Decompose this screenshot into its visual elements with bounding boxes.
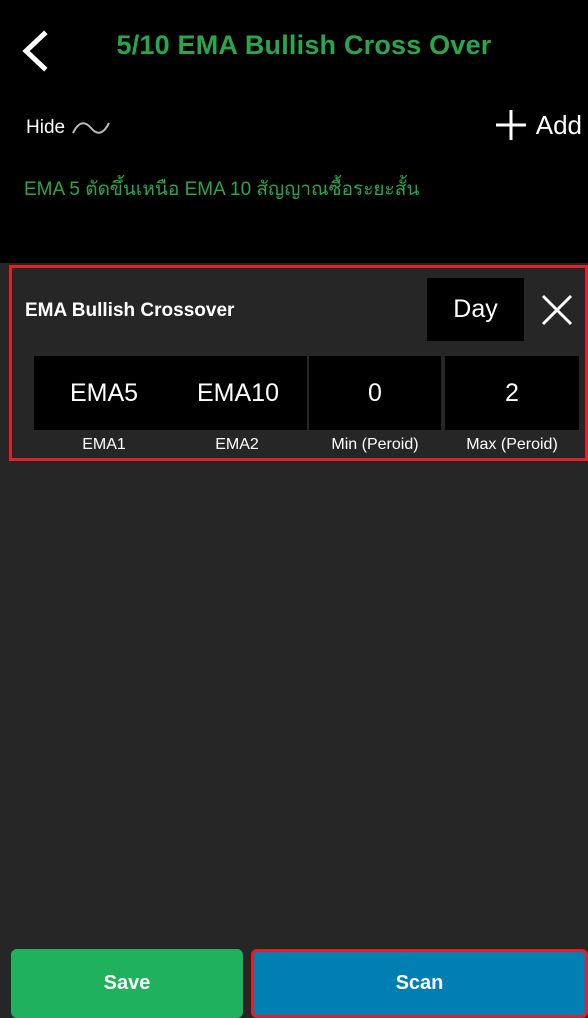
ema1-value: EMA5 [69, 378, 139, 407]
hide-label: Hide [26, 117, 66, 138]
min-period-label: Min (Peroid) [331, 436, 419, 453]
scan-button[interactable]: Scan [251, 949, 588, 1018]
condition-title: EMA Bullish Crossover [25, 300, 235, 321]
header-bar: 5/10 EMA Bullish Cross Over Hide Add EMA… [0, 0, 588, 263]
save-button[interactable]: Save [11, 949, 243, 1018]
ema2-value: EMA10 [197, 378, 279, 407]
period-selector[interactable]: Day [427, 278, 524, 341]
max-period-field[interactable]: 2 [445, 356, 579, 430]
hide-toggle[interactable]: Hide [26, 117, 111, 139]
wave-icon [72, 122, 110, 134]
ema1-label: EMA1 [82, 436, 126, 453]
plus-icon [495, 110, 526, 140]
condition-values: EMA5 EMA10 0 2 EMA1 EMA2 Min (Peroid) Ma… [34, 356, 579, 453]
close-icon[interactable] [539, 292, 575, 328]
min-period-field[interactable]: 0 [309, 356, 441, 430]
ema2-label: EMA2 [215, 436, 259, 453]
add-label: Add [535, 109, 582, 140]
condition-card: EMA Bullish Crossover Day EMA5 EMA10 0 2… [9, 265, 588, 461]
page-title: 5/10 EMA Bullish Cross Over [116, 30, 492, 60]
add-button[interactable]: Add [494, 108, 582, 142]
max-period-label: Max (Peroid) [466, 436, 558, 453]
ema-pair-field[interactable]: EMA5 EMA10 [34, 356, 307, 430]
strategy-description: EMA 5 ตัดขึ้นเหนือ EMA 10 สัญญาณซื้อระยะ… [24, 179, 420, 200]
